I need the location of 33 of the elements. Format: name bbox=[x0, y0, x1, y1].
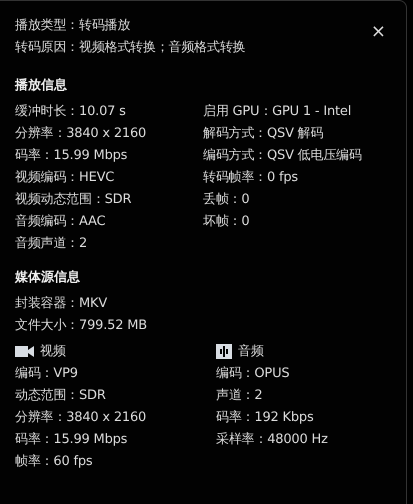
close-button[interactable]: × bbox=[370, 21, 386, 42]
info-text: 视频编码：HEVC bbox=[15, 169, 116, 187]
info-text: 码率：15.99 Mbps bbox=[15, 147, 128, 165]
info-text: 码率：192 Kbps bbox=[216, 409, 315, 427]
stream-title: 音频 bbox=[238, 343, 264, 360]
info-text: 转码原因：视频格式转换；音频格式转换 bbox=[15, 39, 246, 57]
info-text: 播放类型：转码播放 bbox=[15, 17, 132, 35]
info-text: 启用 GPU：GPU 1 - Intel bbox=[203, 103, 352, 121]
info-text: 解码方式：QSV 解码 bbox=[203, 125, 324, 143]
info-text: 坏帧：0 bbox=[203, 213, 250, 231]
info-text: 转码帧率：0 fps bbox=[203, 169, 300, 187]
section-title: 播放信息 bbox=[15, 77, 68, 95]
info-text: 封装容器：MKV bbox=[15, 295, 108, 313]
info-text: 分辨率：3840 x 2160 bbox=[15, 409, 148, 427]
info-text: 编码方式：QSV 低电压编码 bbox=[203, 147, 363, 165]
info-text: 码率：15.99 Mbps bbox=[15, 431, 128, 449]
info-text: 动态范围：SDR bbox=[15, 387, 107, 405]
info-text: 丢帧：0 bbox=[203, 191, 250, 209]
info-text: 采样率：48000 Hz bbox=[216, 431, 329, 449]
info-text: 音频声道：2 bbox=[15, 235, 88, 253]
video-camera-icon bbox=[15, 344, 34, 358]
info-text: 帧率：60 fps bbox=[15, 453, 94, 471]
section-title: 媒体源信息 bbox=[15, 269, 81, 287]
info-text: 声道：2 bbox=[216, 387, 264, 405]
info-text: 音频编码：AAC bbox=[15, 213, 106, 231]
info-text: 视频动态范围：SDR bbox=[15, 191, 132, 209]
info-text: 文件大小：799.52 MB bbox=[15, 317, 148, 335]
info-text: 缓冲时长：10.07 s bbox=[15, 103, 127, 121]
stream-title: 视频 bbox=[40, 343, 66, 360]
info-text: 编码：VP9 bbox=[15, 365, 79, 383]
info-text: 编码：OPUS bbox=[216, 365, 290, 383]
audio-wave-icon bbox=[216, 344, 232, 358]
info-text: 分辨率：3840 x 2160 bbox=[15, 125, 148, 143]
